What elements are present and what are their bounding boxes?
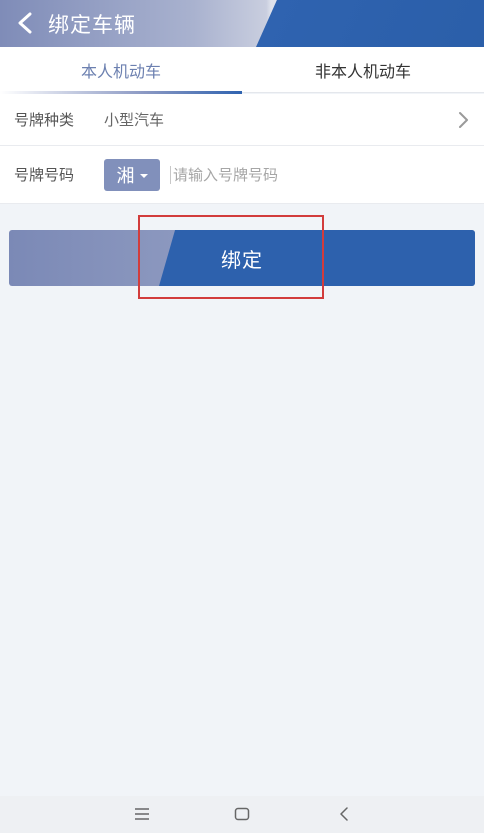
plate-number-row: 号牌号码 湘 — [0, 146, 484, 204]
plate-number-input[interactable] — [170, 165, 450, 184]
tab-own-vehicle[interactable]: 本人机动车 — [0, 47, 242, 94]
home-icon — [234, 807, 250, 821]
menu-button[interactable] — [131, 804, 153, 824]
tab-bar: 本人机动车 非本人机动车 — [0, 47, 484, 94]
home-button[interactable] — [231, 804, 253, 824]
page-title: 绑定车辆 — [48, 13, 136, 37]
chevron-right-icon — [459, 111, 468, 128]
province-selector[interactable]: 湘 — [104, 158, 160, 191]
bind-button-label: 绑定 — [221, 247, 263, 272]
chevron-left-icon — [18, 12, 32, 34]
tab-other-vehicle[interactable]: 非本人机动车 — [242, 47, 484, 93]
plate-type-row[interactable]: 号牌种类 小型汽车 — [0, 94, 484, 146]
plate-type-label: 号牌种类 — [14, 111, 75, 129]
plate-number-label: 号牌号码 — [14, 166, 75, 184]
header-decoration — [256, 0, 484, 47]
province-value: 湘 — [116, 165, 135, 187]
back-button[interactable] — [12, 10, 38, 36]
back-icon — [340, 807, 348, 821]
caret-down-icon — [139, 173, 148, 178]
menu-icon — [135, 808, 149, 820]
plate-type-value: 小型汽车 — [104, 111, 165, 129]
system-nav-bar — [0, 796, 484, 833]
system-back-button[interactable] — [333, 804, 355, 824]
vehicle-form: 号牌种类 小型汽车 号牌号码 湘 — [0, 94, 484, 204]
bind-button[interactable]: 绑定 — [9, 230, 475, 286]
app-header: 绑定车辆 — [0, 0, 484, 47]
